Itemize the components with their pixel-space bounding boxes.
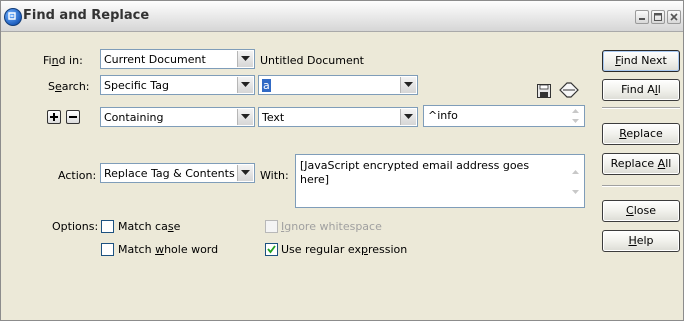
window-title: Find and Replace (23, 8, 150, 23)
find-in-dropdown[interactable]: Current Document (100, 49, 255, 69)
help-button[interactable]: Help (602, 230, 680, 252)
chevron-down-icon[interactable] (237, 109, 253, 125)
close-icon[interactable] (667, 10, 681, 24)
with-value: [JavaScript encrypted email address goes… (300, 159, 530, 186)
checkmark-icon (267, 245, 276, 254)
title-bar[interactable]: Find and Replace (1, 1, 683, 32)
match-whole-word-checkbox[interactable] (101, 243, 114, 256)
close-button[interactable]: Close (602, 200, 680, 222)
chevron-down-icon[interactable] (237, 165, 253, 181)
plus-icon[interactable] (47, 110, 61, 124)
condition-target-dropdown[interactable]: Text (258, 107, 418, 127)
divider (602, 107, 680, 109)
ignore-whitespace-checkbox[interactable] (265, 220, 278, 233)
replace-all-button[interactable]: Replace All (602, 153, 680, 175)
condition-target-value: Text (262, 111, 285, 124)
action-value: Replace Tag & Contents (104, 167, 235, 180)
minus-icon[interactable] (66, 110, 80, 124)
chevron-down-icon[interactable] (400, 77, 416, 93)
chevron-down-icon[interactable] (237, 51, 253, 67)
scrollbar[interactable] (568, 156, 583, 206)
action-label: Action: (58, 169, 97, 182)
condition-operator-value: Containing (104, 111, 164, 124)
use-regex-label[interactable]: Use regular expression (281, 243, 407, 256)
minimize-icon[interactable] (635, 10, 649, 24)
match-case-checkbox[interactable] (101, 220, 114, 233)
chevron-down-icon[interactable] (400, 109, 416, 125)
find-all-button[interactable]: Find All (602, 79, 680, 101)
tag-dropdown[interactable]: a (258, 75, 418, 95)
match-whole-word-label[interactable]: Match whole word (118, 243, 218, 256)
document-name: Untitled Document (260, 54, 364, 67)
spinner-arrows-icon[interactable] (568, 107, 583, 123)
search-type-value: Specific Tag (104, 79, 169, 92)
divider (602, 185, 680, 187)
condition-operator-dropdown[interactable]: Containing (100, 107, 255, 127)
with-textarea[interactable]: [JavaScript encrypted email address goes… (295, 154, 585, 208)
chevron-down-icon[interactable] (237, 77, 253, 93)
search-type-dropdown[interactable]: Specific Tag (100, 75, 255, 95)
find-next-button[interactable]: Find Next (602, 50, 680, 72)
with-label: With: (260, 169, 289, 182)
tag-value: a (262, 79, 271, 92)
find-in-value: Current Document (104, 53, 206, 66)
action-dropdown[interactable]: Replace Tag & Contents (100, 163, 255, 183)
open-folder-icon[interactable] (559, 81, 579, 102)
maximize-icon[interactable] (651, 10, 665, 24)
dreamweaver-app-icon (4, 8, 22, 26)
match-case-label[interactable]: Match case (118, 220, 180, 233)
replace-button[interactable]: Replace (602, 123, 680, 145)
use-regex-checkbox[interactable] (265, 243, 278, 256)
ignore-whitespace-label: Ignore whitespace (281, 220, 382, 233)
floppy-disk-icon[interactable] (537, 84, 551, 101)
condition-text-value: ^info (428, 109, 458, 122)
condition-text-input[interactable]: ^info (423, 105, 585, 127)
find-in-label: Find in: (43, 54, 83, 67)
find-replace-dialog: Find and Replace Find in: Current Docume… (0, 0, 684, 321)
options-label: Options: (52, 220, 99, 233)
search-label: Search: (48, 80, 90, 93)
